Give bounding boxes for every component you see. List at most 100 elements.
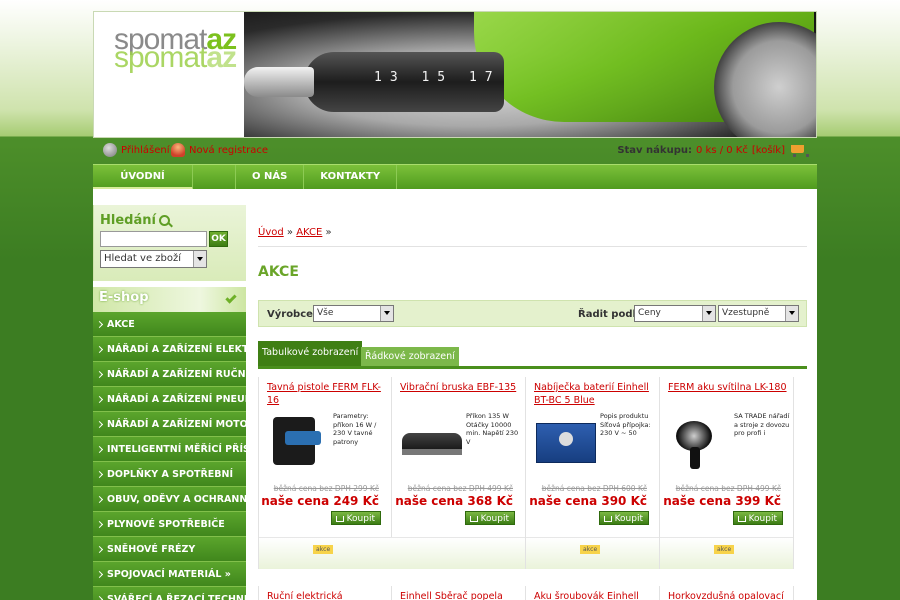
cart-link[interactable]: [košík] (752, 145, 785, 156)
maker-label: Výrobce (267, 309, 313, 320)
logo-accent-reflection: az (206, 41, 237, 74)
register-label: Nová registrace (189, 144, 269, 156)
buy-label: Koupit (346, 513, 375, 524)
sale-badge: akce (580, 545, 601, 554)
buy-label: Koupit (748, 513, 777, 524)
product-card-footer (392, 537, 525, 569)
drill-chuck-graphic: 13 15 17 (304, 52, 504, 112)
search-title: Hledání (100, 213, 240, 228)
product-card: FERM aku svítilna LK-180 SA TRADE nářadí… (660, 377, 794, 569)
product-name[interactable]: FERM aku svítilna LK-180 (668, 381, 790, 394)
content-area: Hledání OK Hledat ve zboží E-shop AKCE N… (93, 189, 817, 600)
category-item[interactable]: NÁŘADÍ A ZAŘÍZENÍ PNEUMAT. » (93, 387, 246, 412)
cart-status: Stav nákupu: 0 ks / 0 Kč [košík] (617, 143, 809, 157)
product-image[interactable] (402, 411, 462, 471)
product-image[interactable] (670, 411, 726, 471)
buy-button[interactable]: Koupit (598, 511, 649, 525)
product-name[interactable]: Einhell Sběrač popela AFF 18 L Grey (392, 586, 526, 600)
filter-bar: Výrobce Vše Řadit podle Ceny Vzestupně (258, 300, 807, 327)
search-ok-button[interactable]: OK (209, 231, 228, 247)
product-desc: SA TRADE nářadí a stroje z dovozu pro pr… (734, 412, 790, 437)
breadcrumb-current[interactable]: AKCE (296, 227, 322, 238)
search-title-text: Hledání (100, 213, 156, 228)
search-scope-select[interactable]: Hledat ve zboží (100, 250, 207, 268)
category-item[interactable]: SPOJOVACÍ MATERIÁL » (93, 562, 246, 587)
login-icon (103, 143, 117, 157)
hero-image: 13 15 17 (244, 12, 816, 137)
product-desc: Popis produktu Síťová přípojka: 230 V ~ … (600, 412, 651, 437)
tab-row-view[interactable]: Řádkové zobrazení (361, 347, 459, 366)
category-item[interactable]: PLYNOVÉ SPOTŘEBIČE (93, 512, 246, 537)
cart-icon (737, 515, 746, 522)
category-item[interactable]: OBUV, ODĚVY A OCHRANNÉ (93, 487, 246, 512)
category-item[interactable]: NÁŘADÍ A ZAŘÍZENÍ ELEKTRICKÉ (93, 337, 246, 362)
header-banner: 13 15 17 spomataz spomataz (93, 11, 817, 138)
user-add-icon (171, 143, 185, 157)
login-link[interactable]: Přihlášení (103, 143, 169, 157)
product-name[interactable]: Aku šroubovák Einhell RT-SD 3,6 Li Red (526, 586, 660, 600)
tab-table-view[interactable]: Tabulkové zobrazení (258, 341, 363, 366)
charger-dial-graphic (559, 432, 573, 446)
product-card: Vibrační bruska EBF-135 Příkon 135 W Otá… (392, 377, 526, 569)
product-card: Nabíječka baterií Einhell BT-BC 5 Blue P… (526, 377, 660, 569)
product-name[interactable]: Tavná pistole FERM FLK-16 (267, 381, 389, 407)
search-icon (158, 215, 170, 226)
category-item[interactable]: SNĚHOVÉ FRÉZY (93, 537, 246, 562)
search-input[interactable] (100, 231, 207, 247)
maker-value: Vše (317, 308, 334, 318)
drill-digits: 13 15 17 (374, 70, 501, 85)
category-item[interactable]: NÁŘADÍ A ZAŘÍZENÍ RUČNÍ » (93, 362, 246, 387)
view-tabs: Tabulkové zobrazení Řádkové zobrazení (258, 341, 807, 369)
product-name[interactable]: Vibrační bruska EBF-135 (400, 381, 522, 394)
nav-contacts[interactable]: KONTAKTY (304, 165, 398, 190)
page-title: AKCE (258, 264, 299, 280)
sort-select[interactable]: Ceny (634, 305, 716, 322)
category-item[interactable]: INTELIGENTNÍ MĚŘÍCÍ PŘÍSTROJE (93, 437, 246, 462)
top-bar: Přihlášení Nová registrace Stav nákupu: … (93, 138, 817, 164)
product-image[interactable] (536, 411, 596, 471)
register-link[interactable]: Nová registrace (171, 143, 268, 157)
sale-badge: akce (313, 545, 334, 554)
product-name[interactable]: Horkovzdušná opalovací pistole Ferm FHG-… (660, 586, 794, 600)
page-wrapper: 13 15 17 spomataz spomataz Přihlášení No… (93, 11, 817, 600)
product-old-price: běžná cena bez DPH 600 Kč (541, 484, 647, 493)
site-logo[interactable]: spomataz spomataz (114, 25, 237, 74)
search-scope-value: Hledat ve zboží (104, 253, 182, 264)
cart-icon[interactable] (789, 143, 809, 157)
product-name[interactable]: Nabíječka baterií Einhell BT-BC 5 Blue (534, 381, 656, 407)
category-item[interactable]: SVÁŘECÍ A ŘEZACÍ TECHNIKA (93, 587, 246, 600)
sort-label: Řadit podle (578, 309, 643, 320)
cart-value: 0 ks / 0 Kč (695, 144, 748, 156)
breadcrumb-home[interactable]: Úvod (258, 227, 284, 238)
category-item[interactable]: NÁŘADÍ A ZAŘÍZENÍ MOTOROVÉ (93, 412, 246, 437)
product-price: naše cena 390 Kč (529, 494, 647, 508)
sidebar: Hledání OK Hledat ve zboží E-shop AKCE N… (93, 205, 246, 600)
nav-home[interactable]: ÚVODNÍ STRANA (93, 165, 193, 206)
search-box: Hledání OK Hledat ve zboží (93, 205, 246, 281)
category-item[interactable]: AKCE (93, 312, 246, 337)
product-image[interactable] (269, 411, 325, 471)
buy-button[interactable]: Koupit (464, 511, 515, 525)
product-grid: Tavná pistole FERM FLK-16 Parametry: pří… (258, 377, 794, 569)
order-value: Vzestupně (722, 308, 770, 318)
chevron-down-icon (702, 306, 715, 321)
chevron-down-icon (225, 292, 237, 304)
nav-about[interactable]: O NÁS (236, 165, 305, 190)
category-item[interactable]: DOPLŇKY A SPOTŘEBNÍ (93, 462, 246, 487)
eshop-header[interactable]: E-shop (93, 287, 246, 312)
order-select[interactable]: Vzestupně (718, 305, 799, 322)
buy-button[interactable]: Koupit (732, 511, 783, 525)
product-name[interactable]: Ruční elektrická příklepová vrtačka FPD- (258, 586, 392, 600)
cart-icon (335, 515, 344, 522)
buy-button[interactable]: Koupit (330, 511, 381, 525)
chevron-down-icon (380, 306, 393, 321)
maker-select[interactable]: Vše (313, 305, 394, 322)
product-desc: Příkon 135 W Otáčky 10000 min. Napětí 23… (466, 412, 519, 446)
logo-word-reflection: spomat (114, 41, 207, 74)
product-old-price: běžná cena bez DPH 499 Kč (407, 484, 513, 493)
glue-gun-graphic (285, 431, 321, 445)
product-old-price: běžná cena bez DPH 499 Kč (675, 484, 781, 493)
main-nav: ÚVODNÍ STRANA O NÁS KONTAKTY (93, 164, 817, 206)
product-desc: Parametry: příkon 16 W / 230 V tavné pat… (333, 412, 377, 446)
drill-tip-graphic (244, 67, 314, 97)
